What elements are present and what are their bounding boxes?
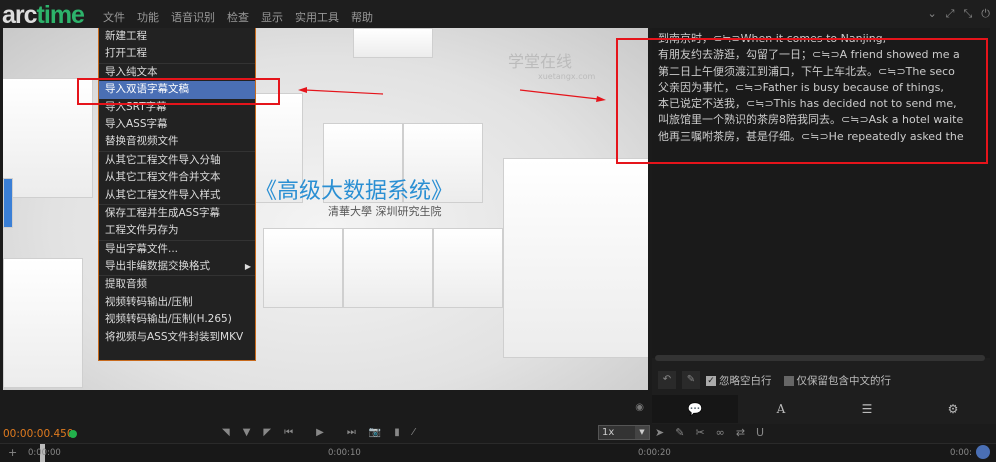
annotation-arrows [298,87,606,102]
arrow-head [596,96,606,102]
arrow-head [298,87,307,93]
arrow-right [519,89,599,100]
arrow-left [304,89,384,95]
